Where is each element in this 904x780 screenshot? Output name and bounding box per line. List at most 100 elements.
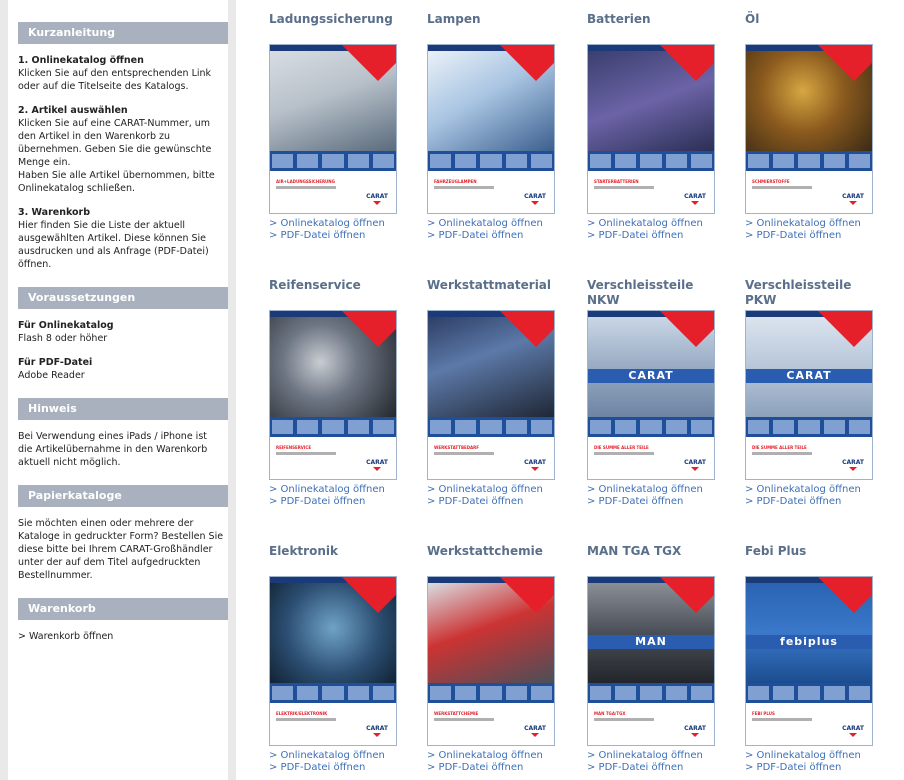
catalog-links: > Onlinekatalog öffnen > PDF-Datei öffnen [427, 750, 555, 774]
catalog-cover[interactable]: STARTERBATTERIEN CARAT [587, 44, 715, 214]
open-pdf-link[interactable]: > PDF-Datei öffnen [745, 230, 873, 242]
req-pdf-title: Für PDF-Datei [18, 357, 93, 368]
cover-thumbnail-strip [270, 417, 396, 437]
open-pdf-link[interactable]: > PDF-Datei öffnen [587, 762, 715, 774]
carat-triangle-icon [500, 45, 554, 81]
catalog-links: > Onlinekatalog öffnen > PDF-Datei öffnen [587, 484, 715, 508]
carat-triangle-icon [342, 311, 396, 347]
catalog-cover[interactable]: CARAT DIE SUMME ALLER TEILE CARAT [587, 310, 715, 480]
cover-subline [276, 186, 336, 189]
carat-triangle-icon [818, 311, 872, 347]
cover-thumbnail-strip [746, 417, 872, 437]
catalog-links: > Onlinekatalog öffnen > PDF-Datei öffnen [269, 484, 397, 508]
open-onlinecatalog-link[interactable]: > Onlinekatalog öffnen [269, 484, 397, 496]
cart-open-link[interactable]: > Warenkorb öffnen [18, 631, 113, 642]
open-onlinecatalog-link[interactable]: > Onlinekatalog öffnen [587, 484, 715, 496]
carat-triangle-icon [660, 45, 714, 81]
catalog-card: MAN TGA TGX MAN MAN TGA/TGX CARAT > Onlineka… [587, 544, 715, 774]
section-heading-paper: Papierkataloge [18, 485, 228, 507]
open-onlinecatalog-link[interactable]: > Onlinekatalog öffnen [745, 484, 873, 496]
catalog-links: > Onlinekatalog öffnen > PDF-Datei öffnen [745, 218, 873, 242]
req-pdf-text: Adobe Reader [18, 370, 85, 381]
step3-title: 3. Warenkorb [18, 207, 91, 218]
catalog-card: Elektronik ELEKTRIK/ELEKTRONIK CARAT > Onli… [269, 544, 397, 774]
cover-thumbnail-strip [428, 417, 554, 437]
open-onlinecatalog-link[interactable]: > Onlinekatalog öffnen [745, 750, 873, 762]
catalog-cover[interactable]: WERKSTATTBEDARF CARAT [427, 310, 555, 480]
requirements-body: Für Onlinekatalog Flash 8 oder höher Für … [18, 319, 228, 382]
catalog-area: Ladungssicherung AIR+LADUNGSSICHERUNG CARA… [236, 0, 904, 780]
catalog-card: Verschleissteile PKW CARAT DIE SUMME ALLER… [745, 278, 873, 508]
page: Kurzanleitung 1. Onlinekatalog öffnen Kli… [0, 0, 904, 780]
cover-label: DIE SUMME ALLER TEILE [752, 445, 807, 450]
cover-label: DIE SUMME ALLER TEILE [594, 445, 649, 450]
catalog-cover[interactable]: ELEKTRIK/ELEKTRONIK CARAT [269, 576, 397, 746]
catalog-cover[interactable]: febiplus FEBI PLUS CARAT [745, 576, 873, 746]
cover-label: ELEKTRIK/ELEKTRONIK [276, 711, 328, 716]
hint-text: Bei Verwendung eines iPads / iPhone ist … [18, 431, 208, 468]
catalog-links: > Onlinekatalog öffnen > PDF-Datei öffnen [745, 750, 873, 774]
open-pdf-link[interactable]: > PDF-Datei öffnen [427, 496, 555, 508]
cover-label: SCHMIERSTOFFE [752, 179, 790, 184]
catalog-cover[interactable]: SCHMIERSTOFFE CARAT [745, 44, 873, 214]
carat-logo-icon: CARAT [366, 193, 388, 205]
open-pdf-link[interactable]: > PDF-Datei öffnen [269, 762, 397, 774]
cover-label: AIR+LADUNGSSICHERUNG [276, 179, 335, 184]
catalog-card: Batterien STARTERBATTERIEN CARAT > Onlineka… [587, 12, 715, 242]
carat-logo-icon: CARAT [684, 193, 706, 205]
open-pdf-link[interactable]: > PDF-Datei öffnen [745, 762, 873, 774]
catalog-cover[interactable]: REIFENSERVICE CARAT [269, 310, 397, 480]
open-pdf-link[interactable]: > PDF-Datei öffnen [745, 496, 873, 508]
catalog-card: Werkstattchemie WERKSTATTCHEMIE CARAT > Onl… [427, 544, 555, 774]
cover-subline [752, 452, 812, 455]
step2-text2: Haben Sie alle Artikel übernommen, bitte… [18, 170, 215, 194]
carat-triangle-icon [342, 577, 396, 613]
cover-label: WERKSTATTCHEMIE [434, 711, 479, 716]
cart-body: > Warenkorb öffnen [18, 630, 228, 643]
open-pdf-link[interactable]: > PDF-Datei öffnen [587, 496, 715, 508]
carat-triangle-icon [818, 577, 872, 613]
catalog-cover[interactable]: FAHRZEUGLAMPEN CARAT [427, 44, 555, 214]
catalog-cover[interactable]: MAN MAN TGA/TGX CARAT [587, 576, 715, 746]
catalog-links: > Onlinekatalog öffnen > PDF-Datei öffnen [427, 484, 555, 508]
step2-title: 2. Artikel auswählen [18, 105, 128, 116]
open-pdf-link[interactable]: > PDF-Datei öffnen [587, 230, 715, 242]
open-onlinecatalog-link[interactable]: > Onlinekatalog öffnen [427, 218, 555, 230]
catalog-card: Lampen FAHRZEUGLAMPEN CARAT > Onlinekatalog… [427, 12, 555, 242]
catalog-title: Verschleissteile PKW [745, 278, 852, 307]
catalog-cover[interactable]: AIR+LADUNGSSICHERUNG CARAT [269, 44, 397, 214]
catalog-title: Lampen [427, 12, 481, 26]
open-pdf-link[interactable]: > PDF-Datei öffnen [269, 496, 397, 508]
carat-logo-icon: CARAT [524, 459, 546, 471]
catalog-cover[interactable]: WERKSTATTCHEMIE CARAT [427, 576, 555, 746]
carat-logo-icon: CARAT [684, 459, 706, 471]
open-pdf-link[interactable]: > PDF-Datei öffnen [427, 230, 555, 242]
catalog-cover[interactable]: CARAT DIE SUMME ALLER TEILE CARAT [745, 310, 873, 480]
catalog-card: Werkstattmaterial WERKSTATTBEDARF CARAT > O… [427, 278, 555, 508]
step2-text: Klicken Sie auf eine CARAT-Nummer, um de… [18, 118, 212, 168]
open-onlinecatalog-link[interactable]: > Onlinekatalog öffnen [587, 218, 715, 230]
open-onlinecatalog-link[interactable]: > Onlinekatalog öffnen [427, 750, 555, 762]
carat-triangle-icon [660, 311, 714, 347]
catalog-links: > Onlinekatalog öffnen > PDF-Datei öffnen [269, 750, 397, 774]
section-heading-requirements: Voraussetzungen [18, 287, 228, 309]
cover-subline [752, 186, 812, 189]
catalog-links: > Onlinekatalog öffnen > PDF-Datei öffnen [745, 484, 873, 508]
open-onlinecatalog-link[interactable]: > Onlinekatalog öffnen [269, 218, 397, 230]
step1-title: 1. Onlinekatalog öffnen [18, 55, 144, 66]
catalog-links: > Onlinekatalog öffnen > PDF-Datei öffnen [587, 750, 715, 774]
cover-thumbnail-strip [270, 151, 396, 171]
cover-thumbnail-strip [428, 683, 554, 703]
open-onlinecatalog-link[interactable]: > Onlinekatalog öffnen [269, 750, 397, 762]
open-pdf-link[interactable]: > PDF-Datei öffnen [269, 230, 397, 242]
open-onlinecatalog-link[interactable]: > Onlinekatalog öffnen [745, 218, 873, 230]
open-onlinecatalog-link[interactable]: > Onlinekatalog öffnen [587, 750, 715, 762]
catalog-card: Febi Plus febiplus FEBI PLUS CARAT > Onlinek… [745, 544, 873, 774]
section-heading-hint: Hinweis [18, 398, 228, 420]
open-onlinecatalog-link[interactable]: > Onlinekatalog öffnen [427, 484, 555, 496]
hint-body: Bei Verwendung eines iPads / iPhone ist … [18, 430, 228, 469]
catalog-card: Öl SCHMIERSTOFFE CARAT > Onlinekatalog öffn… [745, 12, 873, 242]
open-pdf-link[interactable]: > PDF-Datei öffnen [427, 762, 555, 774]
cover-thumbnail-strip [588, 417, 714, 437]
cover-subline [434, 186, 494, 189]
